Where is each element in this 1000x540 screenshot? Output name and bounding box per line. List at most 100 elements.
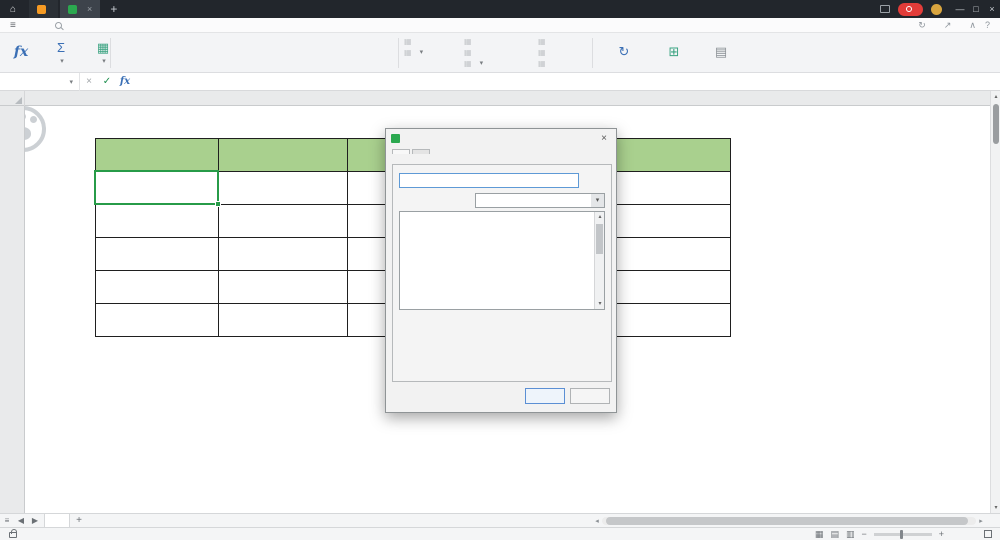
listbox-scrollbar-thumb[interactable]	[596, 224, 603, 254]
fullscreen-icon[interactable]	[984, 530, 992, 538]
dialog-tabs	[392, 149, 432, 154]
cell-C7[interactable]	[218, 270, 348, 304]
cell-F4[interactable]	[602, 171, 731, 205]
horizontal-scrollbar-track[interactable]	[602, 517, 976, 525]
name-manager-icon: ▦	[404, 37, 412, 46]
remove-arrows-button[interactable]: ▦ ▾	[464, 59, 483, 69]
dialog-titlebar[interactable]: ×	[386, 129, 616, 147]
cell-B6[interactable]	[95, 237, 219, 271]
zoom-out-button[interactable]: −	[861, 529, 866, 539]
name-box-dropdown-icon[interactable]: ▾	[69, 78, 73, 86]
show-formulas-button[interactable]: ▦	[538, 59, 549, 69]
prev-sheet-icon[interactable]: ◀	[14, 516, 28, 525]
select-all-triangle-icon	[15, 97, 22, 104]
confirm-entry-button[interactable]: ✓	[98, 76, 116, 87]
cell-C5[interactable]	[218, 204, 348, 238]
cell-F6[interactable]	[602, 237, 731, 271]
cell-B7[interactable]	[95, 270, 219, 304]
cell-F5[interactable]	[602, 204, 731, 238]
zoom-in-button[interactable]: +	[939, 529, 944, 539]
evaluate-formula-icon: ▦	[538, 37, 546, 46]
listbox-scrollbar[interactable]: ▴ ▾	[594, 212, 604, 309]
scroll-down-icon[interactable]: ▾	[595, 299, 604, 309]
collapse-ribbon-icon[interactable]: ∧	[969, 20, 976, 31]
document-tab[interactable]: ×	[60, 0, 101, 18]
tab-common-formulas[interactable]	[412, 149, 430, 154]
horizontal-scrollbar[interactable]: ◂ ▸	[592, 516, 986, 526]
dialog-close-button[interactable]: ×	[597, 133, 611, 144]
file-menu[interactable]: ≡	[0, 20, 29, 31]
cell-C4[interactable]	[218, 171, 348, 205]
cell-C3[interactable]	[218, 138, 348, 172]
error-check-button[interactable]: ▦	[538, 48, 549, 58]
page-break-view-icon[interactable]: ▥	[846, 529, 855, 540]
chevron-down-icon: ▾	[60, 58, 64, 65]
name-box[interactable]: ▾	[0, 72, 80, 91]
minimize-button[interactable]: —	[952, 4, 968, 14]
scroll-left-icon[interactable]: ◂	[592, 517, 602, 525]
insert-function-button[interactable]: fx	[2, 36, 40, 70]
cell-B3[interactable]	[95, 138, 219, 172]
menubar-right-controls: ↻ ↗ ∧ ?	[918, 20, 1000, 31]
cancel-entry-button[interactable]: ×	[80, 76, 98, 87]
command-search[interactable]	[54, 21, 66, 29]
scroll-up-icon[interactable]: ▴	[595, 212, 604, 222]
avatar[interactable]	[931, 3, 942, 15]
scroll-down-icon[interactable]: ▾	[991, 504, 1000, 511]
cell-F7[interactable]	[602, 270, 731, 304]
function-search-input[interactable]	[399, 173, 579, 188]
docer-icon	[37, 4, 47, 14]
next-sheet-icon[interactable]: ▶	[28, 516, 42, 525]
chevron-down-icon[interactable]: ▾	[591, 194, 604, 207]
edit-links-button[interactable]: ▤	[700, 36, 742, 70]
tab-all-functions[interactable]	[392, 149, 410, 154]
wps-spreadsheet-window: ⌂ × + — □ × ≡ ↻ ↗ ∧ ? fx Σ ▾ ▦ ▾ ▦ ▦ ▾ ▦…	[0, 0, 1000, 540]
ok-button[interactable]	[525, 388, 565, 404]
calc-worksheet-button[interactable]: ⊞	[650, 36, 698, 70]
message-icon[interactable]	[880, 5, 890, 13]
cell-B8[interactable]	[95, 303, 219, 337]
trace-precedents-icon: ▦	[464, 37, 472, 46]
trace-precedents-button[interactable]: ▦	[464, 37, 483, 47]
scroll-up-icon[interactable]: ▴	[991, 93, 1000, 100]
new-tab-button[interactable]: +	[102, 2, 125, 16]
autosum-button[interactable]: Σ ▾	[42, 36, 80, 70]
cancel-button[interactable]	[570, 388, 610, 404]
sheet-tab-sheet1[interactable]	[44, 514, 70, 527]
add-sheet-button[interactable]: +	[72, 515, 86, 526]
recalc-workbook-button[interactable]: ↻	[600, 36, 648, 70]
normal-view-icon[interactable]: ▦	[815, 529, 824, 540]
close-button[interactable]: ×	[984, 4, 1000, 14]
guest-login-button[interactable]	[898, 2, 923, 16]
vertical-scrollbar-thumb[interactable]	[993, 104, 999, 144]
evaluate-formula-button[interactable]: ▦	[538, 37, 549, 47]
error-check-icon: ▦	[538, 48, 546, 57]
cell-B5[interactable]	[95, 204, 219, 238]
category-dropdown[interactable]: ▾	[475, 193, 605, 208]
common-functions-button[interactable]: ▦ ▾	[82, 36, 124, 70]
cell-C6[interactable]	[218, 237, 348, 271]
docer-template-tab[interactable]	[29, 0, 59, 18]
name-manager-button[interactable]: ▦	[404, 37, 423, 47]
scroll-right-icon[interactable]: ▸	[976, 517, 986, 525]
horizontal-scrollbar-thumb[interactable]	[606, 517, 968, 525]
maximize-button[interactable]: □	[968, 4, 984, 14]
zoom-slider-thumb[interactable]	[899, 529, 903, 539]
tab-close-icon[interactable]: ×	[87, 4, 92, 14]
define-name-button[interactable]: ▦ ▾	[404, 48, 423, 58]
zoom-slider[interactable]	[873, 529, 932, 539]
page-layout-view-icon[interactable]: ▤	[830, 529, 839, 540]
trace-dependents-button[interactable]: ▦	[464, 48, 483, 58]
help-icon[interactable]: ?	[985, 20, 990, 30]
select-all-corner[interactable]	[0, 91, 25, 106]
cell-B4[interactable]	[95, 171, 219, 205]
cell-F3[interactable]	[602, 138, 731, 172]
home-tab[interactable]: ⌂	[0, 0, 29, 18]
sheet-list-icon[interactable]: ≡	[0, 516, 14, 525]
fill-handle[interactable]	[215, 201, 221, 207]
insert-function-fx-button[interactable]: fx	[116, 76, 134, 87]
cell-C8[interactable]	[218, 303, 348, 337]
function-grid-icon: ▦	[96, 40, 110, 55]
cell-F8[interactable]	[602, 303, 731, 337]
vertical-scrollbar[interactable]: ▴ ▾	[990, 91, 1000, 513]
